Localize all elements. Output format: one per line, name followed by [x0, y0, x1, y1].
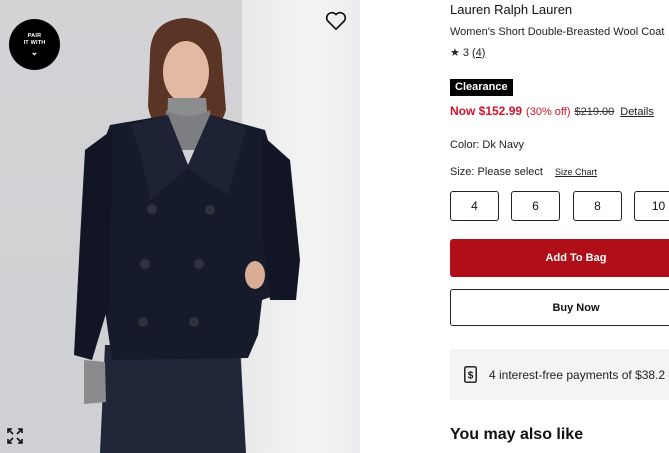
clearance-badge: Clearance — [450, 79, 513, 96]
model-photo — [74, 18, 300, 453]
size-row: Size: Please select Size Chart — [450, 166, 597, 178]
recommendations-heading: You may also like — [450, 426, 584, 443]
star-icon: ★ — [450, 47, 460, 59]
expand-icon[interactable] — [6, 427, 24, 445]
rating[interactable]: ★ 3 (4) — [450, 46, 485, 60]
heart-icon[interactable] — [325, 11, 347, 31]
product-title: Women's Short Double-Breasted Wool Coat — [450, 26, 665, 38]
rating-value: 3 — [462, 46, 469, 59]
add-to-bag-button[interactable]: Add To Bag — [450, 239, 669, 277]
sale-price: Now $152.99 — [450, 104, 523, 118]
svg-text:$: $ — [468, 371, 474, 382]
brand-name[interactable]: Lauren Ralph Lauren — [450, 2, 572, 17]
size-chart-link[interactable]: Size Chart — [555, 167, 597, 177]
discount-percent: (30% off) — [526, 106, 571, 118]
color-label: Color: Dk Navy — [450, 139, 524, 151]
dollar-sign-icon: $ — [464, 366, 477, 383]
product-image[interactable]: PAIR IT WITH ⌄ — [0, 0, 360, 453]
size-option-8[interactable]: 8 — [573, 191, 622, 221]
original-price: $219.00 — [574, 106, 615, 118]
pair-badge-line1: PAIR — [27, 33, 42, 39]
installments-text: 4 interest-free payments of $38.2 — [489, 367, 666, 382]
pair-badge-line2: IT WITH — [23, 40, 46, 46]
pair-it-with-button[interactable]: PAIR IT WITH ⌄ — [9, 19, 60, 70]
buy-now-button[interactable]: Buy Now — [450, 289, 669, 326]
price-details-link[interactable]: Details — [620, 106, 654, 118]
price-row: Now $152.99 (30% off) $219.00 Details — [450, 104, 654, 118]
size-option-10[interactable]: 10 — [634, 191, 669, 221]
size-option-6[interactable]: 6 — [511, 191, 560, 221]
review-count-link[interactable]: (4) — [472, 47, 485, 59]
size-option-4[interactable]: 4 — [450, 191, 499, 221]
chevron-down-icon: ⌄ — [30, 47, 39, 57]
installments-banner[interactable]: $ 4 interest-free payments of $38.2 — [450, 349, 669, 400]
size-label: Size: Please select — [450, 166, 543, 178]
